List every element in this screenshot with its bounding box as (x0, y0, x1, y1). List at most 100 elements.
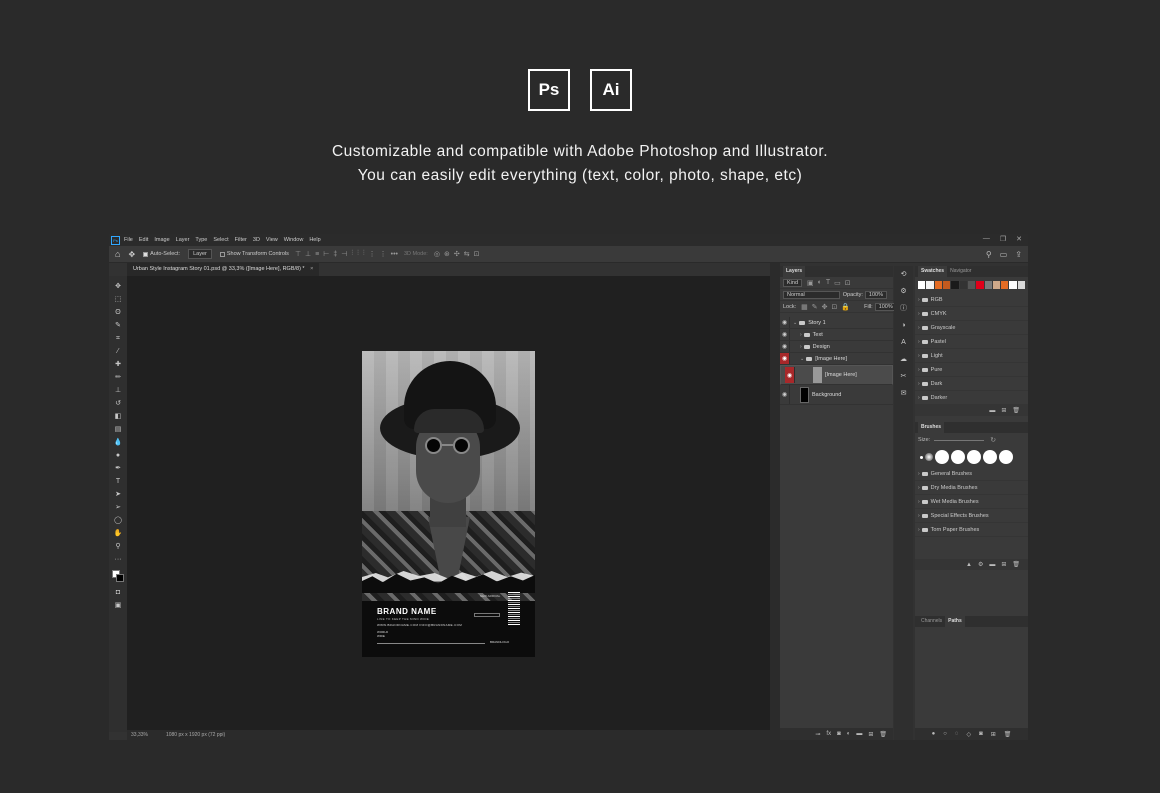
hand-tool-icon[interactable]: ✋ (113, 529, 123, 539)
auto-select-target-select[interactable]: Layer (188, 249, 212, 259)
swatch-group[interactable]: › Light (915, 349, 1028, 363)
align-left-icon[interactable]: ⊢ (323, 250, 329, 258)
color-swatch[interactable] (918, 281, 926, 289)
transform-controls-checkbox[interactable] (219, 251, 225, 257)
color-swatch[interactable] (1009, 281, 1017, 289)
load-selection-icon[interactable]: ◌ (955, 731, 959, 737)
minimize-button[interactable]: — (983, 235, 990, 243)
color-swatch[interactable] (959, 281, 967, 289)
direct-select-tool-icon[interactable]: ➢ (113, 503, 123, 513)
auto-select-checkbox[interactable] (143, 251, 149, 257)
tab-channels[interactable]: Channels (918, 616, 945, 627)
distribute-left-icon[interactable]: ⋮ (369, 250, 376, 258)
eraser-tool-icon[interactable]: ◧ (113, 412, 123, 422)
brush-tip[interactable] (951, 450, 965, 464)
brush-size-slider[interactable] (934, 439, 985, 441)
distribute-top-icon[interactable]: ⫶ (351, 250, 353, 258)
lasso-tool-icon[interactable]: ʘ (113, 308, 123, 318)
menu-filter[interactable]: Filter (235, 237, 247, 243)
menu-type[interactable]: Type (195, 237, 207, 243)
type-tool-icon[interactable]: T (113, 477, 123, 487)
color-swatch[interactable] (1017, 281, 1026, 289)
3d-slide-icon[interactable]: ⇆ (464, 250, 470, 258)
3d-rotate-icon[interactable]: ◎ (434, 250, 440, 258)
new-brush-icon[interactable]: ⊞ (1001, 561, 1006, 568)
zoom-level[interactable]: 33,33% (131, 732, 148, 738)
menu-edit[interactable]: Edit (139, 237, 148, 243)
expand-caret-icon[interactable]: › (800, 332, 802, 338)
history-panel-icon[interactable]: ⟲ (899, 270, 909, 280)
filter-smart-icon[interactable]: ⊡ (845, 279, 851, 287)
close-window-button[interactable]: ✕ (1016, 235, 1022, 243)
filter-type-icon[interactable]: T (826, 279, 830, 286)
properties-panel-icon[interactable]: ⚙ (899, 287, 909, 297)
color-swatch[interactable] (926, 281, 934, 289)
align-center-icon[interactable]: ‡ (333, 251, 337, 258)
more-options-icon[interactable]: ••• (391, 251, 398, 258)
add-mask-icon[interactable]: ◙ (979, 731, 983, 737)
brush-settings-icon[interactable]: ⚙ (978, 561, 983, 568)
notes-panel-icon[interactable]: ✉ (899, 389, 909, 399)
canvas-area[interactable]: NEW ARRIVAL BRAND NAME LINE TO KEEP THE … (127, 276, 770, 730)
libraries-panel-icon[interactable]: ☁ (899, 355, 909, 365)
3d-scale-icon[interactable]: ⊡ (474, 250, 480, 258)
lock-pixels-icon[interactable]: ✎ (812, 303, 818, 311)
visibility-eye-icon[interactable]: ◉ (780, 353, 790, 364)
new-group-icon[interactable]: ▬ (856, 731, 862, 737)
color-swatch[interactable] (992, 281, 1001, 289)
info-panel-icon[interactable]: ⓘ (899, 304, 909, 314)
search-icon[interactable]: ⚲ (986, 250, 992, 259)
expand-caret-icon[interactable]: ⌄ (793, 320, 797, 326)
tools-panel-icon[interactable]: ✂ (899, 372, 909, 382)
reset-icon[interactable]: ↻ (990, 436, 996, 444)
swatch-group[interactable]: › Dark (915, 377, 1028, 391)
distribute-right-icon[interactable]: ⋮ (380, 250, 387, 258)
move-tool-icon[interactable]: ✥ (128, 250, 135, 259)
new-brush-group-icon[interactable]: ▬ (989, 562, 995, 568)
layer-row[interactable]: ◉ ⌄ Story 1 (780, 317, 893, 329)
color-swatch[interactable] (942, 281, 951, 289)
share-icon[interactable]: ⇪ (1015, 250, 1022, 259)
auto-select-option[interactable]: Auto-Select: (143, 251, 180, 257)
layer-style-icon[interactable]: fx (826, 731, 831, 737)
menu-help[interactable]: Help (309, 237, 320, 243)
swatch-group[interactable]: › Pure (915, 363, 1028, 377)
layer-row[interactable]: ◉ › Text (780, 329, 893, 341)
menu-select[interactable]: Select (213, 237, 228, 243)
new-swatch-group-icon[interactable]: ▬ (989, 408, 995, 414)
artboard[interactable]: NEW ARRIVAL BRAND NAME LINE TO KEEP THE … (362, 351, 535, 657)
tab-brushes[interactable]: Brushes (918, 422, 945, 433)
brush-tip[interactable] (935, 450, 949, 464)
brush-group[interactable]: › Special Effects Brushes (915, 509, 1028, 523)
brush-tool-icon[interactable]: ✏ (113, 373, 123, 383)
background-color[interactable] (116, 574, 124, 582)
add-mask-icon[interactable]: ◙ (837, 731, 841, 737)
quick-mask-icon[interactable]: ◘ (113, 588, 123, 598)
layer-row[interactable]: ◉ › Design (780, 341, 893, 353)
filter-shape-icon[interactable]: ▭ (834, 279, 841, 287)
move-tool-icon[interactable]: ✥ (113, 282, 123, 292)
brush-tip[interactable] (920, 455, 923, 459)
filter-pixel-icon[interactable]: ▣ (807, 279, 814, 287)
color-swatches[interactable] (112, 570, 124, 582)
link-layers-icon[interactable]: ⊸ (815, 731, 820, 738)
align-top-icon[interactable]: ⊤ (295, 250, 301, 258)
swatch-group[interactable]: › Darker (915, 391, 1028, 405)
expand-caret-icon[interactable]: ⌄ (800, 356, 804, 362)
gradient-tool-icon[interactable]: ▤ (113, 425, 123, 435)
lock-all-icon[interactable]: 🔒 (841, 303, 850, 311)
path-select-tool-icon[interactable]: ➤ (113, 490, 123, 500)
color-swatch[interactable] (984, 281, 992, 289)
tab-paths[interactable]: Paths (945, 616, 965, 627)
layer-filter-select[interactable]: Kind (783, 278, 803, 287)
brush-tip[interactable] (967, 450, 981, 464)
brush-group[interactable]: › Torn Paper Brushes (915, 523, 1028, 537)
stroke-path-icon[interactable]: ○ (943, 731, 947, 737)
swatch-group[interactable]: › RGB (915, 293, 1028, 307)
adjustments-panel-icon[interactable]: ◑ (899, 321, 909, 331)
new-path-icon[interactable]: ⊞ (991, 731, 996, 738)
brush-group[interactable]: › Dry Media Brushes (915, 481, 1028, 495)
delete-path-icon[interactable]: 🗑 (1004, 731, 1012, 738)
layer-row[interactable]: ◉ ⌄ [Image Here] (780, 353, 893, 365)
marquee-tool-icon[interactable]: ⬚ (113, 295, 123, 305)
